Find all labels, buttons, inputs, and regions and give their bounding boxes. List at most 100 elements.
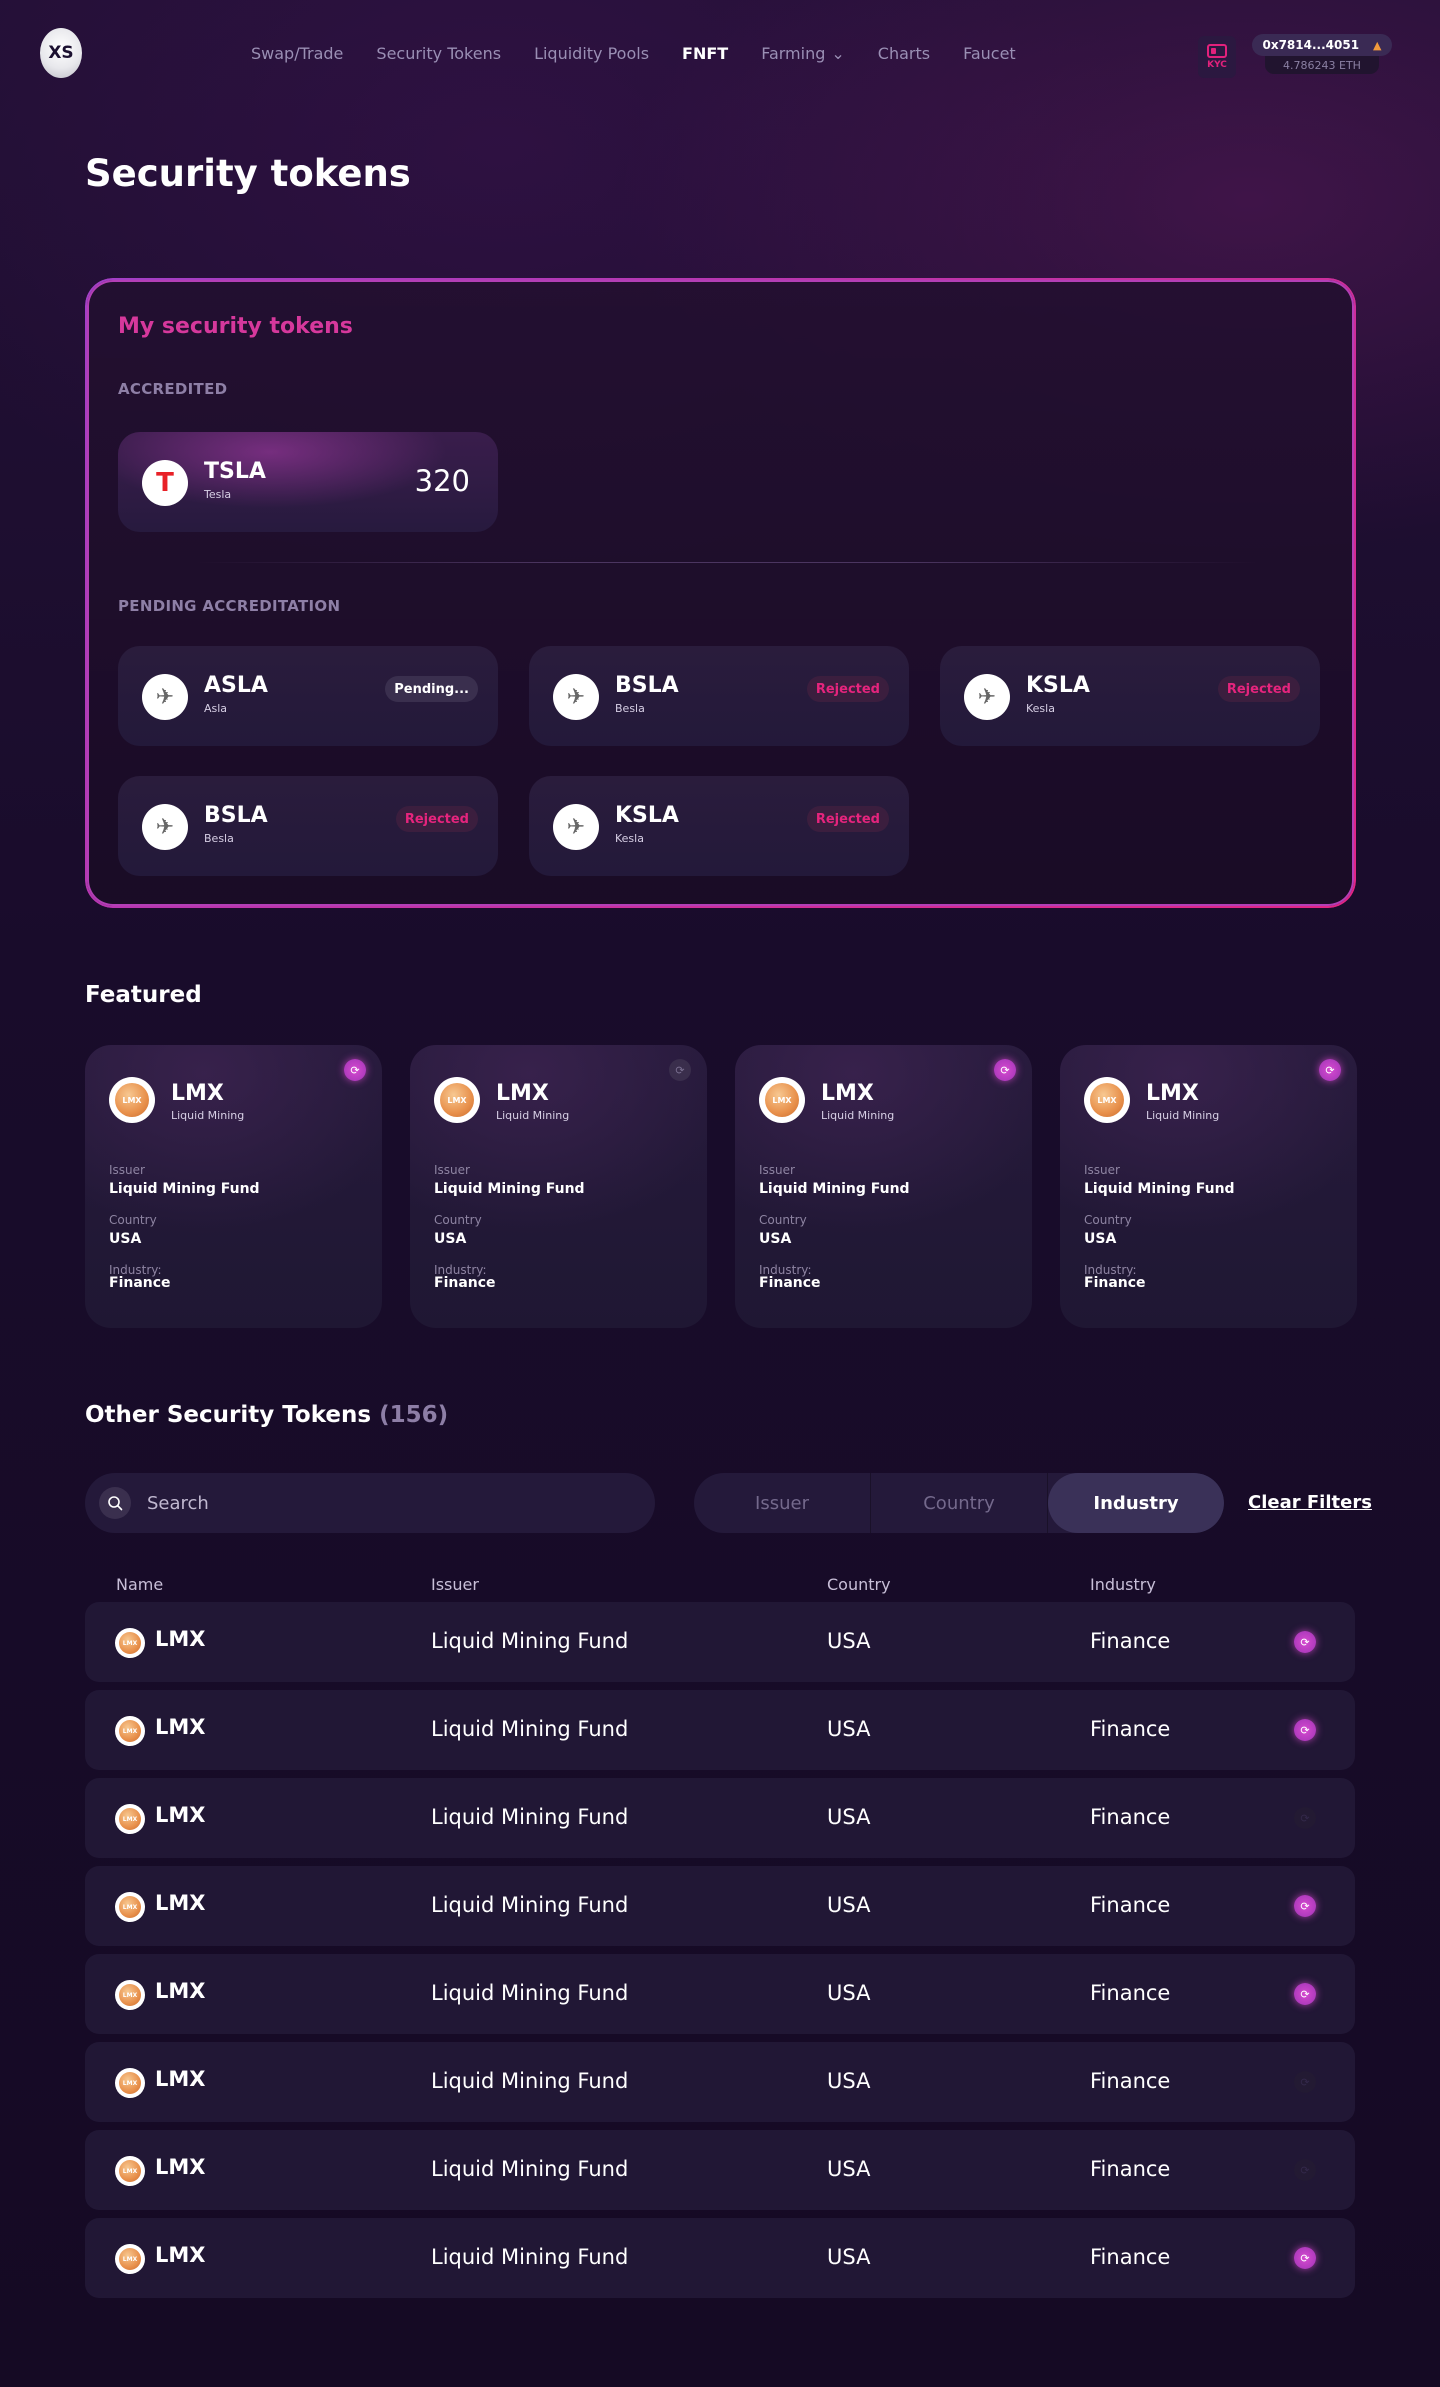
lmx-coin-icon: LMX bbox=[119, 2160, 141, 2182]
lmx-coin-icon: LMX bbox=[115, 1083, 149, 1117]
table-row[interactable]: LMX LMX Liquid Mining Fund USA Finance ⟳ bbox=[85, 1866, 1355, 1946]
filter-tab-issuer[interactable]: Issuer bbox=[694, 1473, 871, 1533]
cell-issuer: Liquid Mining Fund bbox=[431, 2157, 629, 2181]
app-logo[interactable]: XS bbox=[40, 28, 82, 78]
pending-token-card[interactable]: ✈ BSLA Besla Rejected bbox=[529, 646, 909, 746]
table-row[interactable]: LMX LMX Liquid Mining Fund USA Finance ⟳ bbox=[85, 1778, 1355, 1858]
cell-industry: Finance bbox=[1090, 2157, 1171, 2181]
column-header-industry: Industry bbox=[1090, 1575, 1156, 1594]
field-value: USA bbox=[109, 1231, 142, 1247]
token-logo-icon: LMX bbox=[115, 2244, 145, 2274]
search-icon bbox=[99, 1487, 131, 1519]
cell-issuer: Liquid Mining Fund bbox=[431, 1629, 629, 1653]
sync-icon[interactable]: ⟳ bbox=[1294, 1719, 1316, 1741]
sync-icon[interactable]: ⟳ bbox=[1294, 2159, 1316, 2181]
nav-item-fnft[interactable]: FNFT bbox=[682, 44, 728, 63]
other-tokens-title: Other Security Tokens (156) bbox=[85, 1402, 448, 1428]
status-badge: Rejected bbox=[395, 806, 478, 832]
token-symbol: BSLA bbox=[204, 803, 268, 828]
sync-icon[interactable]: ⟳ bbox=[1294, 2071, 1316, 2093]
pending-token-card[interactable]: ✈ BSLA Besla Rejected bbox=[118, 776, 498, 876]
status-badge: Rejected bbox=[806, 806, 889, 832]
metamask-icon: ▲ bbox=[1373, 38, 1382, 52]
token-symbol: TSLA bbox=[204, 459, 266, 484]
search-input[interactable] bbox=[147, 1492, 607, 1514]
accredited-label: ACCREDITED bbox=[118, 380, 228, 398]
sync-icon[interactable]: ⟳ bbox=[1294, 2247, 1316, 2269]
field-label: Country bbox=[109, 1213, 157, 1227]
featured-token-card[interactable]: LMX LMX Liquid Mining ⟳ Issuer Liquid Mining … bbox=[85, 1045, 382, 1328]
nav-item-charts[interactable]: Charts bbox=[878, 44, 930, 63]
column-header-issuer: Issuer bbox=[431, 1575, 479, 1594]
cell-country: USA bbox=[827, 2157, 871, 2181]
nav-item-swap-trade[interactable]: Swap/Trade bbox=[251, 44, 343, 63]
nav-item-farming[interactable]: Farming ⌄ bbox=[761, 44, 845, 63]
wallet-address[interactable]: 0x7814...4051 ▲ bbox=[1252, 34, 1392, 56]
token-symbol: LMX bbox=[155, 2243, 206, 2267]
pending-token-card[interactable]: ✈ ASLA Asla Pending... bbox=[118, 646, 498, 746]
token-symbol: LMX bbox=[171, 1081, 224, 1106]
table-row[interactable]: LMX LMX Liquid Mining Fund USA Finance ⟳ bbox=[85, 2042, 1355, 2122]
kyc-label: KYC bbox=[1207, 60, 1227, 70]
nav-item-faucet[interactable]: Faucet bbox=[963, 44, 1016, 63]
token-name: Kesla bbox=[615, 832, 644, 845]
filter-tab-country[interactable]: Country bbox=[871, 1473, 1048, 1533]
field-value: USA bbox=[1084, 1231, 1117, 1247]
token-logo-icon: LMX bbox=[109, 1077, 155, 1123]
pending-token-card[interactable]: ✈ KSLA Kesla Rejected bbox=[940, 646, 1320, 746]
table-row[interactable]: LMX LMX Liquid Mining Fund USA Finance ⟳ bbox=[85, 2130, 1355, 2210]
sync-icon[interactable]: ⟳ bbox=[344, 1059, 366, 1081]
sync-icon[interactable]: ⟳ bbox=[1294, 1631, 1316, 1653]
sync-icon[interactable]: ⟳ bbox=[1294, 1983, 1316, 2005]
main-nav: Swap/Trade Security Tokens Liquidity Pools… bbox=[251, 44, 1049, 63]
sync-icon[interactable]: ⟳ bbox=[1294, 1807, 1316, 1829]
token-name: Asla bbox=[204, 702, 228, 715]
field-value: Liquid Mining Fund bbox=[1084, 1181, 1235, 1197]
table-row[interactable]: LMX LMX Liquid Mining Fund USA Finance ⟳ bbox=[85, 1690, 1355, 1770]
search-box[interactable] bbox=[85, 1473, 655, 1533]
sync-icon[interactable]: ⟳ bbox=[1319, 1059, 1341, 1081]
table-row[interactable]: LMX LMX Liquid Mining Fund USA Finance ⟳ bbox=[85, 1602, 1355, 1682]
sync-icon[interactable]: ⟳ bbox=[669, 1059, 691, 1081]
cell-industry: Finance bbox=[1090, 1629, 1171, 1653]
status-badge: Rejected bbox=[806, 676, 889, 702]
filter-tab-industry[interactable]: Industry bbox=[1048, 1473, 1224, 1533]
token-symbol: LMX bbox=[155, 2155, 206, 2179]
featured-token-card[interactable]: LMX LMX Liquid Mining ⟳ Issuer Liquid Mining … bbox=[735, 1045, 1032, 1328]
field-value: Liquid Mining Fund bbox=[434, 1181, 585, 1197]
kyc-button[interactable]: KYC bbox=[1198, 36, 1236, 78]
token-symbol: LMX bbox=[155, 1803, 206, 1827]
status-badge: Pending... bbox=[385, 676, 478, 702]
nav-item-label: Swap/Trade bbox=[251, 44, 344, 63]
token-logo-icon: LMX bbox=[115, 1804, 145, 1834]
table-row[interactable]: LMX LMX Liquid Mining Fund USA Finance ⟳ bbox=[85, 1954, 1355, 2034]
token-logo-icon: LMX bbox=[759, 1077, 805, 1123]
pending-token-card[interactable]: ✈ KSLA Kesla Rejected bbox=[529, 776, 909, 876]
cell-country: USA bbox=[827, 1629, 871, 1653]
token-symbol: LMX bbox=[155, 1979, 206, 2003]
field-value: Liquid Mining Fund bbox=[109, 1181, 260, 1197]
featured-token-card[interactable]: LMX LMX Liquid Mining ⟳ Issuer Liquid Mining … bbox=[410, 1045, 707, 1328]
nav-item-label: FNFT bbox=[682, 44, 729, 63]
token-name: Liquid Mining bbox=[821, 1109, 895, 1122]
lmx-coin-icon: LMX bbox=[119, 1720, 141, 1742]
cell-country: USA bbox=[827, 1717, 871, 1741]
token-name: Tesla bbox=[204, 488, 232, 501]
accredited-token-card[interactable]: T TSLA Tesla 320 bbox=[118, 432, 498, 532]
field-value: Finance bbox=[1084, 1275, 1146, 1291]
sync-icon[interactable]: ⟳ bbox=[994, 1059, 1016, 1081]
cell-issuer: Liquid Mining Fund bbox=[431, 1717, 629, 1741]
lmx-coin-icon: LMX bbox=[119, 1896, 141, 1918]
field-label: Issuer bbox=[109, 1163, 145, 1177]
cell-country: USA bbox=[827, 1805, 871, 1829]
filter-tabs: Issuer Country Industry bbox=[694, 1473, 1224, 1533]
clear-filters-button[interactable]: Clear Filters bbox=[1248, 1492, 1372, 1513]
featured-token-card[interactable]: LMX LMX Liquid Mining ⟳ Issuer Liquid Mining … bbox=[1060, 1045, 1357, 1328]
lmx-coin-icon: LMX bbox=[440, 1083, 474, 1117]
table-row[interactable]: LMX LMX Liquid Mining Fund USA Finance ⟳ bbox=[85, 2218, 1355, 2298]
nav-item-security-tokens[interactable]: Security Tokens bbox=[376, 44, 501, 63]
nav-item-liquidity-pools[interactable]: Liquidity Pools bbox=[534, 44, 649, 63]
sync-icon[interactable]: ⟳ bbox=[1294, 1895, 1316, 1917]
status-badge: Rejected bbox=[1217, 676, 1300, 702]
wallet-widget[interactable]: 0x7814...4051 ▲ 4.786243 ETH bbox=[1252, 34, 1392, 74]
